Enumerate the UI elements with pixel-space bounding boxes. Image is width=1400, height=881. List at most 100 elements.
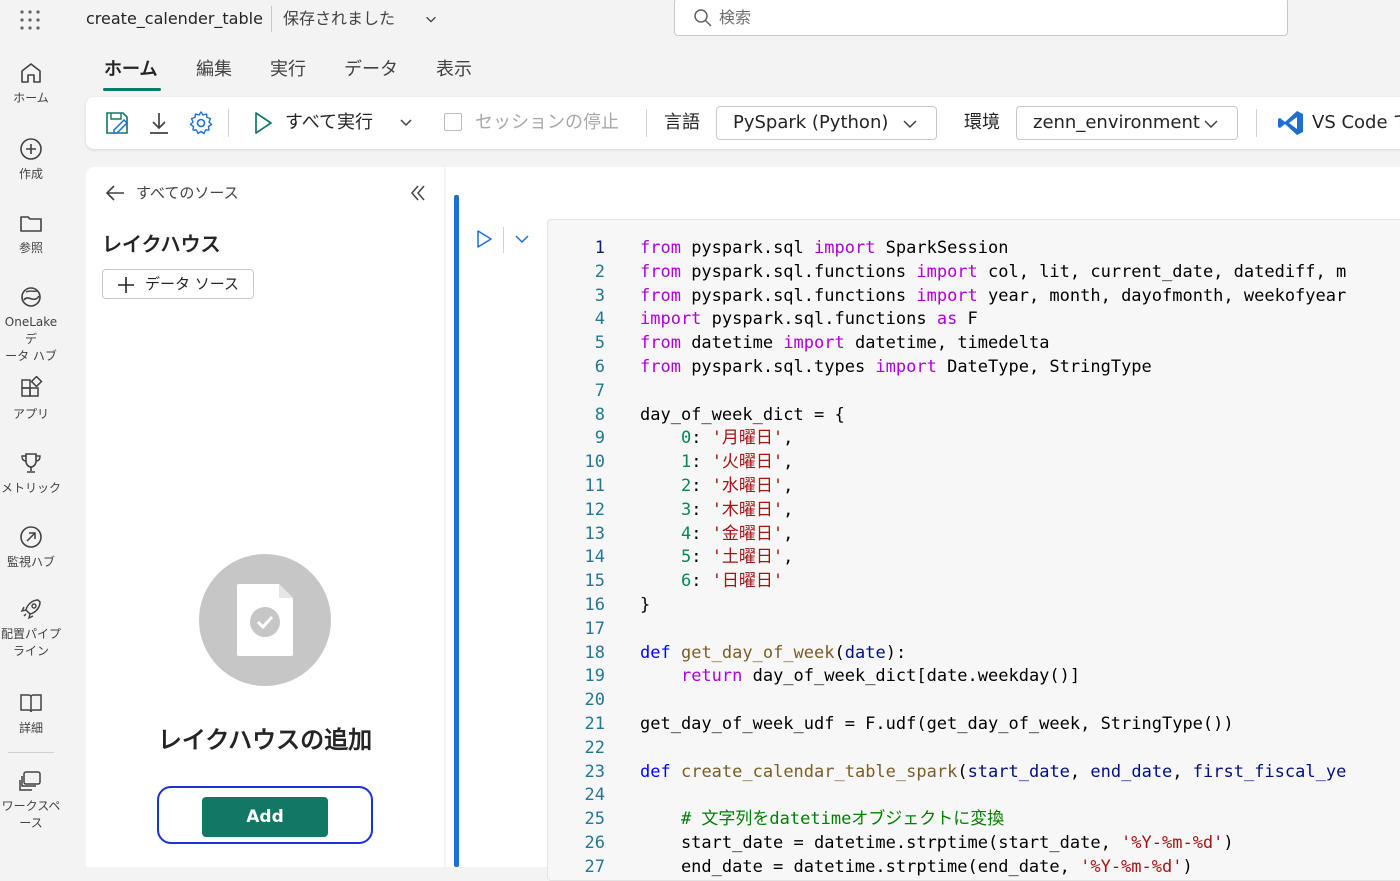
run-all-icon[interactable] [250, 110, 276, 136]
environment-value: zenn_environment [1033, 112, 1200, 133]
open-in-vscode-button[interactable]: VS Code で [1312, 110, 1400, 136]
code-line[interactable]: 13 4: '金曜日', [548, 522, 1400, 546]
line-number: 17 [584, 618, 605, 639]
line-number: 27 [584, 856, 605, 877]
tab-data[interactable]: データ [344, 58, 398, 82]
code-line[interactable]: 21 get_day_of_week_udf = F.udf(get_day_of… [548, 712, 1400, 736]
nav-item-onelake[interactable]: OneLake デ ータ ハブ [0, 284, 62, 365]
code-text: 0: '月曜日', [680, 428, 794, 449]
code-line[interactable]: 9 0: '月曜日', [548, 426, 1400, 450]
arrow-left-icon [105, 185, 124, 201]
environment-dropdown[interactable]: zenn_environment [1016, 106, 1238, 140]
code-line[interactable]: 12 3: '木曜日', [548, 498, 1400, 522]
line-number: 18 [584, 642, 605, 663]
code-line[interactable]: 20 [548, 688, 1400, 712]
settings-gear-icon[interactable] [188, 110, 214, 136]
code-line[interactable]: 25 # 文字列をdatetimeオブジェクトに変換 [548, 807, 1400, 831]
code-line[interactable]: 16} [548, 593, 1400, 617]
add-data-source-button[interactable]: データ ソース [102, 269, 254, 299]
line-number: 21 [584, 714, 605, 734]
code-line[interactable]: 2 from pyspark.sql.functions import col, … [548, 260, 1400, 284]
nav-item-apps[interactable]: アプリ [0, 376, 62, 423]
nav-label-browse: 参照 [18, 241, 43, 255]
top-bar: create_calender_table 保存されました [0, 0, 1400, 44]
nav-item-learn[interactable]: 詳細 [0, 690, 62, 737]
code-line[interactable]: 23 def create_calendar_table_spark(start_… [548, 760, 1400, 784]
code-line[interactable]: 22 [548, 736, 1400, 760]
stop-session-icon[interactable] [444, 113, 462, 131]
search-input[interactable] [719, 6, 1259, 28]
run-all-button[interactable]: すべて実行 [285, 110, 373, 136]
nav-item-create[interactable]: 作成 [0, 136, 62, 183]
chevron-down-icon [1204, 120, 1218, 129]
vscode-icon[interactable] [1277, 109, 1305, 137]
code-text: day_of_week_dict = { [640, 404, 845, 425]
code-line[interactable]: 11 2: '水曜日', [548, 474, 1400, 498]
line-number: 22 [584, 737, 605, 758]
line-number: 26 [584, 833, 605, 853]
code-line[interactable]: 3 from pyspark.sql.functions import year,… [548, 284, 1400, 308]
code-line[interactable]: 18 def get_day_of_week(date): [548, 641, 1400, 665]
nav-item-metrics[interactable]: メトリック [0, 450, 62, 497]
app-launcher-icon[interactable] [18, 8, 42, 32]
code-text: from pyspark.sql.functions import col, l… [640, 261, 1347, 282]
plus-icon [118, 277, 134, 293]
line-number: 6 [594, 357, 605, 377]
chevron-down-icon[interactable] [514, 231, 530, 247]
code-line[interactable]: 10 1: '火曜日', [548, 450, 1400, 474]
left-nav: ホーム 作成 参照 OneLake デ ータ ハブ アプリ メトリック 監視ハブ… [0, 44, 62, 862]
run-cell-icon[interactable] [474, 229, 494, 249]
code-cell[interactable]: 1 from pyspark.sql import SparkSession 2 fr… [547, 219, 1400, 881]
nav-label-deployment: 配置パイプ ライン [0, 627, 61, 658]
stop-session-button[interactable]: セッションの停止 [475, 110, 619, 136]
chevron-down-icon[interactable] [424, 12, 438, 26]
line-number: 20 [584, 690, 605, 711]
chevron-down-icon [903, 120, 917, 129]
tab-edit[interactable]: 編集 [196, 58, 232, 82]
code-text: 6: '日曜日' [680, 571, 784, 592]
code-text: 2: '水曜日', [680, 476, 794, 496]
nav-item-workspaces[interactable]: ワークスペ ース [0, 768, 62, 832]
nav-divider [8, 752, 54, 753]
code-line[interactable]: 7 [548, 379, 1400, 403]
line-number: 23 [584, 761, 605, 782]
nav-label-learn: 詳細 [18, 721, 43, 735]
line-number: 4 [594, 309, 605, 330]
code-line[interactable]: 14 5: '土曜日', [548, 545, 1400, 569]
tab-home[interactable]: ホーム [104, 58, 157, 82]
code-line[interactable]: 4 import pyspark.sql.functions as F [548, 307, 1400, 331]
code-line[interactable]: 15 6: '日曜日' [548, 569, 1400, 593]
nav-item-deployment[interactable]: 配置パイプ ライン [0, 596, 62, 660]
code-line[interactable]: 24 [548, 783, 1400, 807]
code-line[interactable]: 27 end_date = datetime.strptime(end_date… [548, 855, 1400, 879]
nav-item-home[interactable]: ホーム [0, 60, 62, 107]
collapse-panel-icon[interactable] [408, 183, 428, 203]
line-number: 7 [594, 380, 605, 401]
save-as-icon[interactable] [104, 110, 130, 136]
tab-run[interactable]: 実行 [270, 58, 306, 82]
file-title[interactable]: create_calender_table [86, 8, 263, 30]
toolbar: すべて実行 セッションの停止 言語 PySpark (Python) 環境 ze… [86, 97, 1400, 149]
code-line[interactable]: 19 return day_of_week_dict[date.weekday(… [548, 664, 1400, 688]
add-lakehouse-button[interactable]: Add [202, 797, 328, 837]
code-line[interactable]: 6 from pyspark.sql.types import DateType,… [548, 355, 1400, 379]
code-line[interactable]: 1 from pyspark.sql import SparkSession [548, 236, 1400, 260]
download-icon[interactable] [146, 110, 172, 136]
lakehouse-empty-illustration [199, 554, 331, 686]
code-line[interactable]: 26 start_date = datetime.strptime(start_… [548, 831, 1400, 855]
active-cell-indicator [454, 195, 459, 867]
search-box[interactable] [674, 0, 1288, 36]
code-line[interactable]: 17 [548, 617, 1400, 641]
chevron-down-icon[interactable] [398, 115, 414, 131]
line-number: 24 [584, 785, 605, 806]
tab-view[interactable]: 表示 [436, 58, 472, 82]
code-line[interactable]: 8 day_of_week_dict = { [548, 403, 1400, 427]
code-line[interactable]: 5 from datetime import datetime, timedelt… [548, 331, 1400, 355]
nav-label-onelake: OneLake デ ータ ハブ [4, 315, 58, 363]
save-status[interactable]: 保存されました [283, 8, 395, 30]
add-data-source-label: データ ソース [145, 275, 240, 293]
nav-item-browse[interactable]: 参照 [0, 210, 62, 257]
nav-item-monitor[interactable]: 監視ハブ [0, 524, 62, 571]
line-number: 8 [594, 404, 605, 425]
language-dropdown[interactable]: PySpark (Python) [716, 106, 937, 140]
